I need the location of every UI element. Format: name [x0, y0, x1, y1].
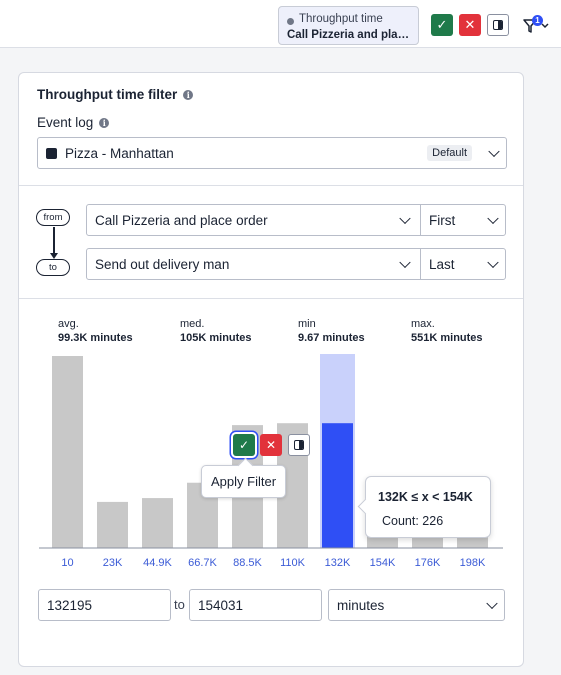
x-tick-label: 154K: [370, 557, 396, 569]
tooltip-count: Count: 226: [382, 514, 444, 528]
x-tick-label: 66.7K: [188, 557, 217, 569]
invert-filters-button[interactable]: [487, 14, 509, 36]
check-icon: ✓: [436, 17, 448, 32]
status-dot-icon: [287, 18, 294, 25]
event-log-color-icon: [46, 147, 57, 159]
x-tick-label: 88.5K: [233, 557, 262, 569]
event-log-label: Event log i: [37, 115, 110, 130]
divider: [19, 185, 523, 186]
throughput-filter-panel: Throughput time filter i Event log i Piz…: [18, 72, 524, 667]
x-tick-label: 23K: [103, 557, 123, 569]
from-pill: from: [36, 209, 70, 226]
histogram-bar[interactable]: [142, 498, 173, 548]
x-tick-label: 132K: [325, 557, 351, 569]
check-icon: ✓: [238, 438, 250, 452]
filter-count-badge: 1: [532, 15, 543, 26]
chevron-down-icon: [399, 256, 411, 269]
x-tick-label: 176K: [415, 557, 441, 569]
chart-cancel-button[interactable]: ✕: [260, 434, 282, 456]
chevron-down-icon: [486, 597, 498, 610]
histogram-bar[interactable]: [52, 356, 83, 548]
discard-filters-button[interactable]: ✕: [459, 14, 481, 36]
to-activity-select[interactable]: Send out delivery man Last: [86, 248, 506, 280]
x-tick-label: 44.9K: [143, 557, 172, 569]
stat-label: med.: [180, 318, 205, 330]
stat-median: med. 105K minutes: [180, 318, 252, 344]
range-from-input[interactable]: 132195: [38, 589, 171, 621]
to-pill: to: [36, 259, 70, 276]
event-log-value: Pizza - Manhattan: [65, 145, 174, 161]
stat-label: min: [298, 318, 316, 330]
close-icon: ✕: [464, 17, 476, 32]
to-occurrence-value[interactable]: Last: [429, 257, 455, 272]
range-to-input[interactable]: 154031: [189, 589, 322, 621]
stat-label: avg.: [58, 318, 79, 330]
chevron-down-icon: [488, 145, 500, 158]
histogram-bar[interactable]: [97, 501, 128, 548]
info-icon[interactable]: i: [183, 89, 194, 100]
throughput-histogram[interactable]: 10 23K 44.9K 66.7K 88.5K 110K 132K 154K 176K 198K: [19, 343, 523, 573]
to-activity-value: Send out delivery man: [95, 256, 230, 272]
connector-line: [53, 227, 55, 256]
histogram-bar[interactable]: [322, 423, 353, 548]
chart-apply-button[interactable]: ✓: [233, 434, 255, 456]
top-bar: Throughput time Call Pizzeria and place …: [0, 0, 561, 48]
stat-max: max. 551K minutes: [411, 318, 483, 344]
close-icon: ✕: [265, 438, 277, 452]
chevron-down-icon: [487, 212, 499, 225]
histogram-bar[interactable]: [457, 536, 488, 548]
bin-range-tooltip: 132K ≤ x < 154K Count: 226: [365, 476, 491, 538]
panel-title: Throughput time filter i: [37, 87, 194, 102]
from-activity-value: Call Pizzeria and place order: [95, 212, 268, 228]
invert-icon: [294, 440, 304, 450]
throughput-filter-chip[interactable]: Throughput time Call Pizzeria and place …: [278, 6, 419, 45]
from-activity-select[interactable]: Call Pizzeria and place order First: [86, 204, 506, 236]
apply-filters-button[interactable]: ✓: [431, 14, 453, 36]
apply-filter-tooltip: Apply Filter: [201, 465, 287, 498]
x-tick-label: 10: [61, 557, 73, 569]
from-occurrence-value[interactable]: First: [429, 213, 455, 228]
stat-avg: avg. 99.3K minutes: [58, 318, 133, 344]
stat-label: max.: [411, 318, 435, 330]
unit-value: minutes: [337, 597, 385, 613]
stat-min: min 9.67 minutes: [298, 318, 365, 344]
panel-title-text: Throughput time filter: [37, 87, 178, 102]
chevron-down-icon: [399, 212, 411, 225]
range-to-label: to: [174, 597, 185, 612]
event-log-select[interactable]: Pizza - Manhattan Default: [37, 137, 507, 169]
chevron-down-icon: [487, 256, 499, 269]
chip-subtitle: Call Pizzeria and place order: [287, 29, 413, 41]
tooltip-range: 132K ≤ x < 154K: [378, 490, 473, 504]
event-log-label-text: Event log: [37, 115, 94, 130]
x-tick-label: 198K: [460, 557, 486, 569]
divider: [19, 298, 523, 299]
default-badge: Default: [427, 145, 472, 161]
x-tick-label: 110K: [280, 557, 306, 569]
divider: [420, 205, 421, 235]
chart-invert-button[interactable]: [288, 434, 310, 456]
unit-select[interactable]: minutes: [328, 589, 505, 621]
chip-title: Throughput time: [299, 13, 383, 25]
info-icon[interactable]: i: [99, 117, 110, 128]
invert-icon: [493, 20, 503, 30]
divider: [420, 249, 421, 279]
